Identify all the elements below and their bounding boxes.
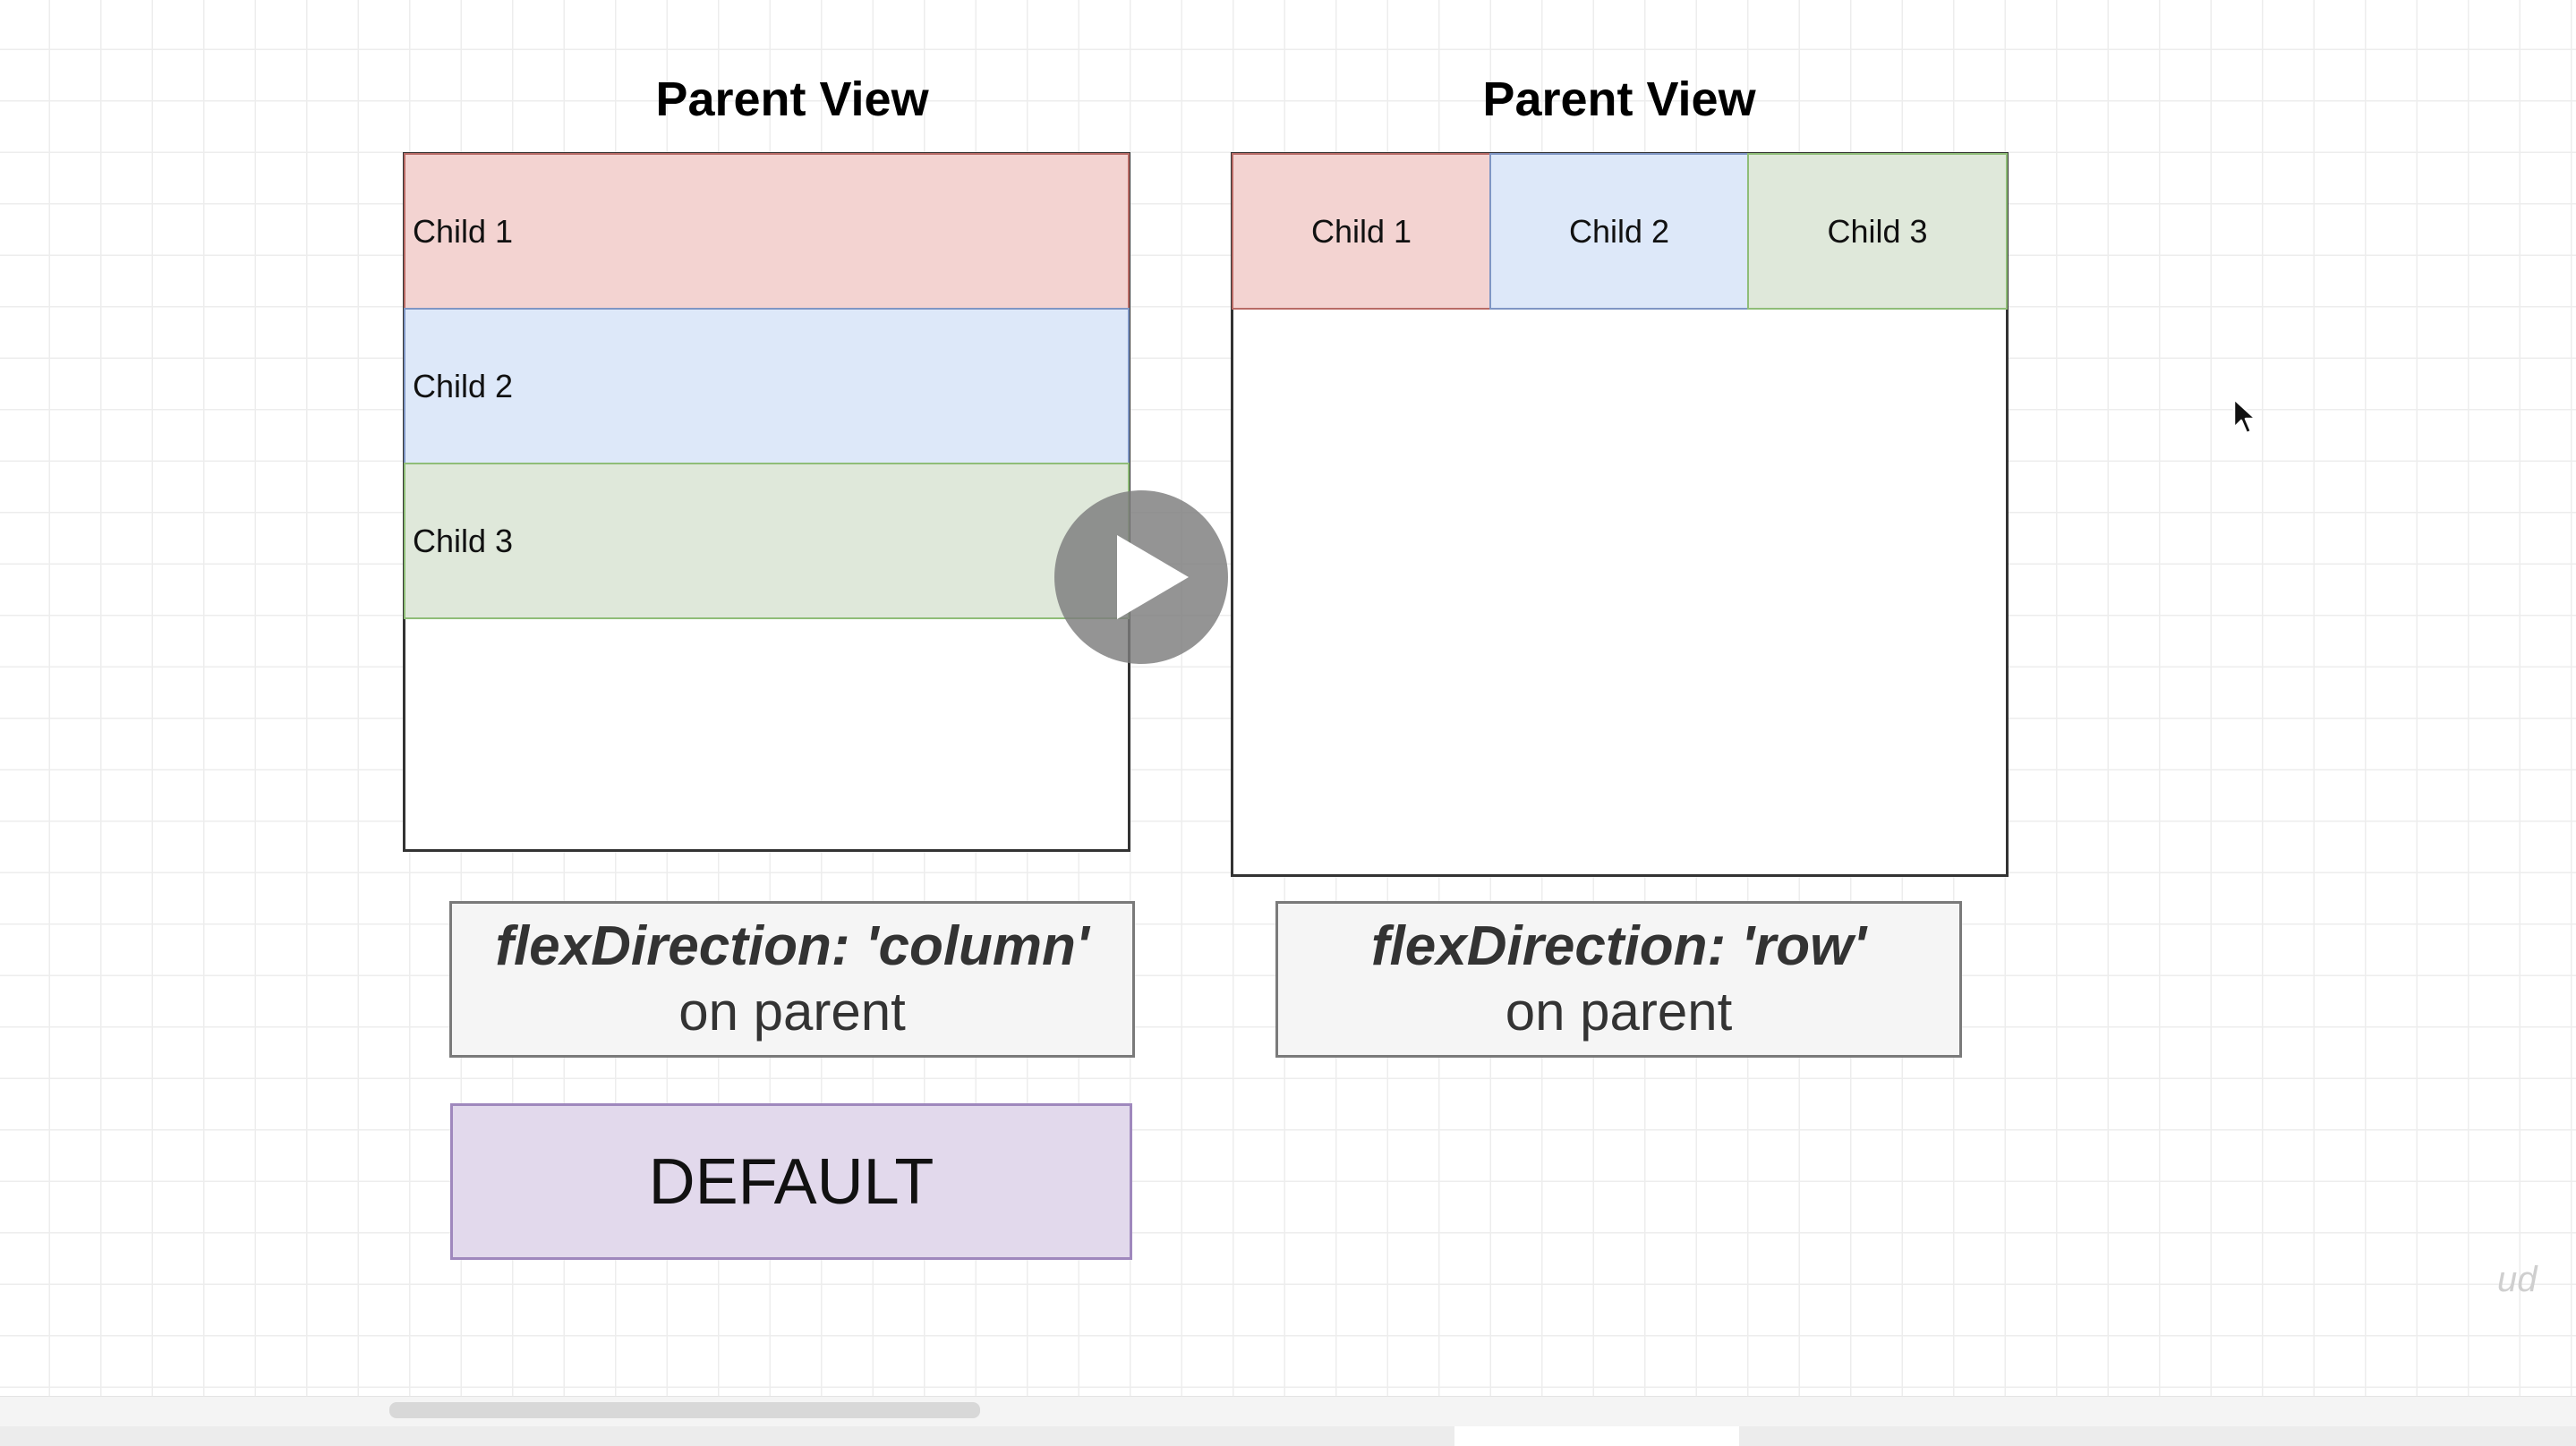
right-caption-code: flexDirection: 'row' bbox=[1370, 915, 1867, 977]
left-child-3: Child 3 bbox=[404, 463, 1130, 619]
left-child-2: Child 2 bbox=[404, 308, 1130, 464]
left-parent-title: Parent View bbox=[655, 72, 929, 126]
left-caption: flexDirection: 'column' on parent bbox=[449, 901, 1135, 1058]
play-icon bbox=[1117, 535, 1189, 619]
right-child-2: Child 2 bbox=[1489, 153, 1749, 310]
left-caption-sub: on parent bbox=[678, 982, 906, 1042]
page-tab-strip bbox=[0, 1426, 2576, 1446]
left-child-1: Child 1 bbox=[404, 153, 1130, 310]
right-caption-sub: on parent bbox=[1505, 982, 1733, 1042]
left-caption-code: flexDirection: 'column' bbox=[495, 915, 1089, 977]
right-parent-title: Parent View bbox=[1482, 72, 1756, 126]
default-badge: DEFAULT bbox=[450, 1103, 1132, 1260]
play-button[interactable] bbox=[1054, 490, 1228, 664]
watermark-logo: ud bbox=[2497, 1260, 2538, 1299]
right-child-1: Child 1 bbox=[1232, 153, 1491, 310]
horizontal-scrollbar-thumb[interactable] bbox=[389, 1402, 980, 1418]
right-caption: flexDirection: 'row' on parent bbox=[1275, 901, 1962, 1058]
cursor-icon bbox=[2232, 397, 2257, 435]
right-child-3: Child 3 bbox=[1747, 153, 2008, 310]
page-tab-active[interactable] bbox=[1454, 1426, 1739, 1446]
